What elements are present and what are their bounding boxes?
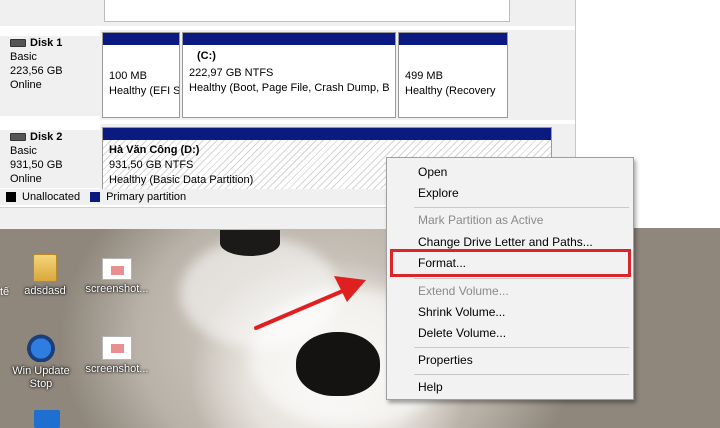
red-arrow-icon [254, 276, 366, 330]
